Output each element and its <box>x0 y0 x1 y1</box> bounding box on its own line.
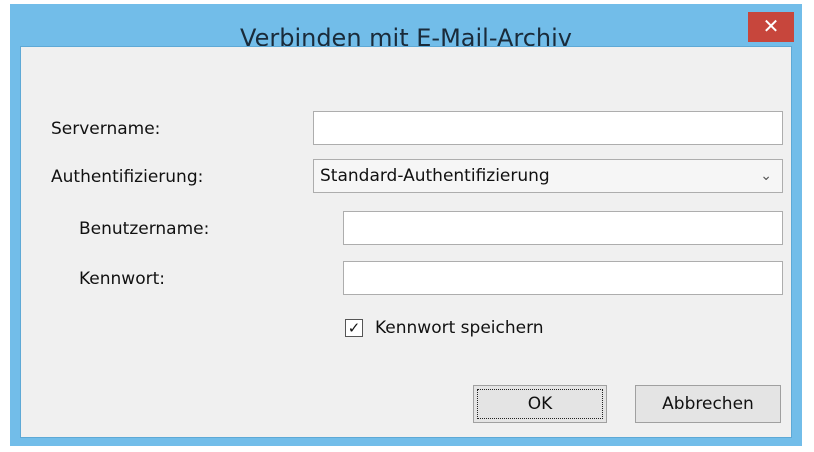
username-label: Benutzername: <box>79 219 210 239</box>
ok-button[interactable]: OK <box>473 385 607 423</box>
dialog-body: Servername: Authentifizierung: Standard-… <box>20 46 792 438</box>
password-input[interactable] <box>343 261 783 295</box>
cancel-button[interactable]: Abbrechen <box>635 385 781 423</box>
authentication-label: Authentifizierung: <box>51 167 204 187</box>
close-button[interactable]: ✕ <box>748 12 794 42</box>
username-input[interactable] <box>343 211 783 245</box>
dialog-window: Verbinden mit E-Mail-Archiv ✕ Servername… <box>10 4 802 446</box>
close-icon: ✕ <box>762 14 780 38</box>
servername-input[interactable] <box>313 111 783 145</box>
checkmark-icon: ✓ <box>347 319 361 337</box>
authentication-select[interactable]: Standard-Authentifizierung ⌄ <box>313 159 783 193</box>
focus-rectangle <box>477 389 603 419</box>
save-password-label[interactable]: Kennwort speichern <box>375 318 544 338</box>
servername-label: Servername: <box>51 119 161 139</box>
password-label: Kennwort: <box>79 269 165 289</box>
cancel-button-label: Abbrechen <box>662 394 754 414</box>
authentication-selected-value: Standard-Authentifizierung <box>320 166 550 186</box>
chevron-down-icon: ⌄ <box>760 168 772 184</box>
save-password-checkbox[interactable]: ✓ <box>345 319 363 337</box>
